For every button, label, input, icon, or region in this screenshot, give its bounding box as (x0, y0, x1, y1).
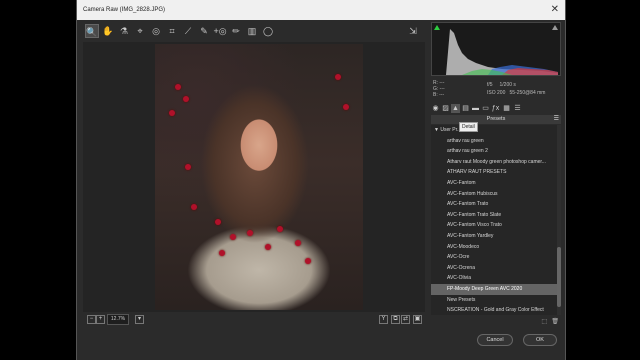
zoom-out-button[interactable]: − (87, 315, 96, 324)
berry (335, 74, 341, 80)
preset-item[interactable]: AVC-Fantom (431, 178, 557, 189)
scroll-thumb[interactable] (557, 247, 561, 307)
berry (219, 250, 225, 256)
radial-filter-tool-icon[interactable]: ◯ (261, 24, 275, 38)
red-eye-tool-icon[interactable]: +◎ (213, 24, 227, 38)
b-value: --- (439, 92, 445, 98)
window-title: Camera Raw (IMG_2828.JPG) (83, 7, 166, 13)
before-after-icon[interactable]: ⧉ (391, 315, 400, 324)
cancel-button[interactable]: Cancel (477, 334, 513, 346)
panel-tabs: ◉ ▨ ▲ ▤ ▬ ▭ ƒx ▦ ☰ (431, 104, 561, 115)
preset-item[interactable]: AVC-Fantom Trato Slate (431, 210, 557, 221)
hsl-tab-icon[interactable]: ▤ (461, 104, 470, 113)
image-canvas[interactable] (83, 42, 425, 312)
zoom-dropdown-icon[interactable]: ▾ (135, 315, 144, 324)
berry (175, 84, 181, 90)
preferences-icon[interactable]: ⇲ (406, 24, 420, 38)
white-balance-tool-icon[interactable]: ⚗ (117, 24, 131, 38)
berry (169, 110, 175, 116)
tooltip: Detail (459, 122, 478, 132)
right-panel: R: --- G: --- B: --- f/5 1/200 s ISO 200… (429, 22, 565, 328)
iso: ISO 200 (487, 90, 506, 96)
presets-menu-icon[interactable]: ☰ (554, 115, 559, 124)
presets-header: Presets ☰ (431, 115, 561, 124)
preset-item[interactable]: AVC-Fantom Yardley (431, 231, 557, 242)
zoom-level[interactable]: 12.7% (107, 314, 129, 325)
berry (191, 204, 197, 210)
aperture: f/5 (487, 82, 493, 88)
berry (305, 258, 311, 264)
adjustment-brush-tool-icon[interactable]: ✏ (229, 24, 243, 38)
berry (277, 226, 283, 232)
zoom-tool-icon[interactable]: 🔍 (85, 24, 99, 38)
crop-tool-icon[interactable]: ⌗ (165, 24, 179, 38)
view-toggle-y-icon[interactable]: Y (379, 315, 388, 324)
hand-tool-icon[interactable]: ✋ (101, 24, 115, 38)
preset-item[interactable]: NSCREATION - Gold and Gray Color Effect (431, 305, 557, 316)
preset-item[interactable]: Atharv raut Moody green photoshop camer.… (431, 157, 557, 168)
preset-item[interactable]: AVC-Moodeco (431, 242, 557, 253)
preset-list: ▼ User Pr... arthav rau green arthav rau g… (431, 125, 557, 315)
preset-item[interactable]: AVC-Fantom Trato (431, 199, 557, 210)
split-toning-tab-icon[interactable]: ▬ (471, 104, 480, 113)
berry (215, 219, 221, 225)
title-bar: Camera Raw (IMG_2828.JPG) ✕ (77, 0, 565, 20)
new-preset-icon[interactable]: ⬚ (541, 318, 547, 325)
berry (247, 230, 253, 236)
lens: 55-250@84 mm (509, 90, 546, 96)
berry (265, 244, 271, 250)
presets-title: Presets (486, 116, 506, 122)
preset-item[interactable]: ATHARV RAUT PRESETS (431, 167, 557, 178)
targeted-adjustment-tool-icon[interactable]: ◎ (149, 24, 163, 38)
calibration-tab-icon[interactable]: ▦ (502, 104, 511, 113)
b-label: B: (433, 92, 438, 98)
shutter-speed: 1/200 s (499, 82, 516, 88)
preset-item[interactable]: AVC-Olivia (431, 273, 557, 284)
preset-item[interactable]: AVC-Ocre (431, 252, 557, 263)
lens-corrections-tab-icon[interactable]: ▭ (481, 104, 490, 113)
graduated-filter-tool-icon[interactable]: ▥ (245, 24, 259, 38)
preset-item[interactable]: arthav rau green 2 (431, 146, 557, 157)
color-sampler-tool-icon[interactable]: ⌖ (133, 24, 147, 38)
highlight-clipping-icon[interactable] (552, 25, 558, 30)
photo-preview (155, 44, 363, 310)
berry (230, 234, 236, 240)
info-readout: R: --- G: --- B: --- f/5 1/200 s ISO 200… (431, 78, 561, 100)
detail-tab-icon[interactable]: ▲ (451, 104, 460, 113)
camera-raw-dialog: Camera Raw (IMG_2828.JPG) ✕ 🔍 ✋ ⚗ ⌖ ◎ ⌗ ⟋ ✎ +◎ ✏ ▥… (76, 0, 566, 360)
settings-icon[interactable]: ▣ (413, 315, 422, 324)
lens-info: ISO 200 55-250@84 mm (487, 90, 545, 96)
berry (183, 96, 189, 102)
berry (343, 104, 349, 110)
preset-folder[interactable]: ▼ User Pr... (431, 125, 557, 136)
straighten-tool-icon[interactable]: ⟋ (181, 24, 195, 38)
preset-item[interactable]: AVC-Ocrena (431, 263, 557, 274)
tone-curve-tab-icon[interactable]: ▨ (441, 104, 450, 113)
delete-preset-icon[interactable]: 🗑 (551, 318, 559, 325)
exposure-info: f/5 1/200 s (487, 82, 516, 88)
basic-tab-icon[interactable]: ◉ (431, 104, 440, 113)
spot-removal-tool-icon[interactable]: ✎ (197, 24, 211, 38)
close-icon[interactable]: ✕ (551, 0, 559, 20)
rgb-readout: R: --- G: --- B: --- (433, 80, 445, 98)
shadow-clipping-icon[interactable] (434, 25, 440, 30)
preset-item[interactable]: New Presets (431, 295, 557, 306)
effects-tab-icon[interactable]: ƒx (491, 104, 500, 113)
berry (185, 164, 191, 170)
zoom-in-button[interactable]: + (96, 315, 105, 324)
presets-tab-icon[interactable]: ☰ (513, 104, 522, 113)
panel-footer: ⬚ 🗑 (431, 318, 561, 326)
toolbar: 🔍 ✋ ⚗ ⌖ ◎ ⌗ ⟋ ✎ +◎ ✏ ▥ ◯ ⇲ (81, 24, 421, 40)
histogram-graph (446, 29, 558, 75)
swap-icon[interactable]: ⇄ (401, 315, 410, 324)
berry (295, 240, 301, 246)
preset-item[interactable]: AVC-Fantom Hubiscus (431, 189, 557, 200)
preset-item[interactable]: AVC-Fantom Visco Trato (431, 220, 557, 231)
preset-item[interactable]: FP-Moody Deep Green AVC 2020 (431, 283, 557, 295)
bottom-bar: − + 12.7% ▾ Y ⧉ ⇄ ▣ (83, 314, 425, 326)
preset-item[interactable]: arthav rau green (431, 136, 557, 147)
histogram (431, 22, 561, 76)
ok-button[interactable]: OK (523, 334, 557, 346)
preset-scrollbar[interactable] (557, 125, 561, 315)
